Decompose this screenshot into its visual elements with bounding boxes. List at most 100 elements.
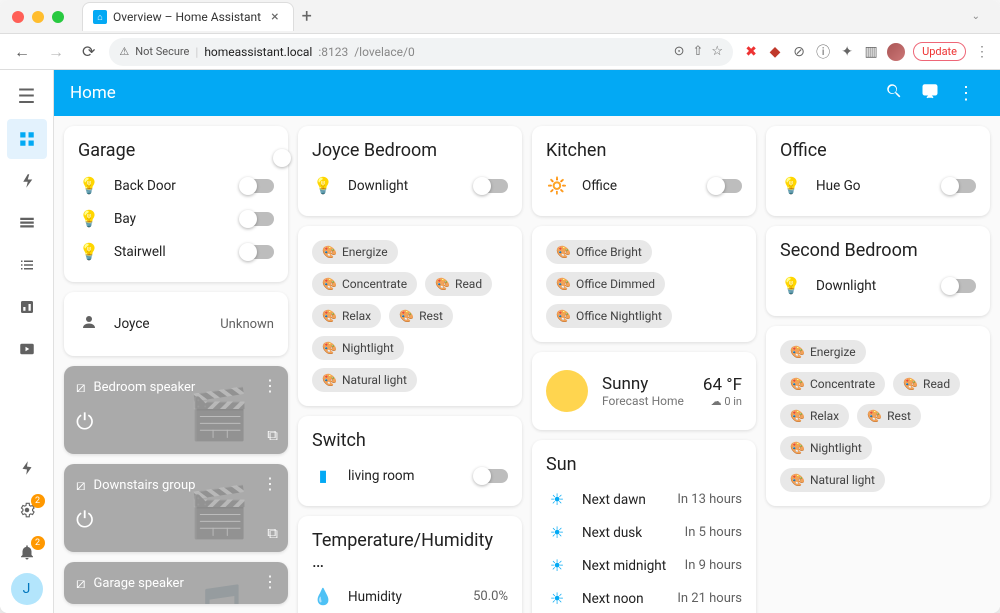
scene-chip[interactable]: 🎨Nightlight xyxy=(780,436,872,460)
bay-toggle[interactable] xyxy=(240,212,274,226)
media-menu-button[interactable]: ⋮ xyxy=(262,376,278,395)
browser-titlebar: ⌂ Overview – Home Assistant × + ⌄ xyxy=(0,0,1000,34)
extension-icon-4[interactable]: ⓘ xyxy=(815,42,831,62)
update-button[interactable]: Update xyxy=(913,42,966,61)
entity-row-next-noon[interactable]: ☀Next noonIn 21 hours xyxy=(546,582,742,613)
forward-button[interactable]: → xyxy=(44,40,68,64)
media-player-bedroom[interactable]: ⧄Bedroom speaker 🎬 ⏻ ⋮ ⧉ xyxy=(64,366,288,454)
entity-row-downlight-jb[interactable]: 💡Downlight xyxy=(312,169,508,202)
extensions-menu-icon[interactable]: ✦ xyxy=(839,44,855,60)
scene-chip[interactable]: 🎨Natural light xyxy=(312,368,417,392)
sb-downlight-toggle[interactable] xyxy=(942,279,976,293)
sun-title: Sun xyxy=(546,454,577,475)
sidebar-item-energy[interactable] xyxy=(7,161,47,201)
entity-row-next-midnight[interactable]: ☀Next midnightIn 9 hours xyxy=(546,549,742,582)
entity-row-living-room-switch[interactable]: ▮living room xyxy=(312,459,508,492)
entity-row-hue-go[interactable]: 💡Hue Go xyxy=(780,169,976,202)
second-bedroom-card: Second Bedroom 💡Downlight xyxy=(766,226,990,316)
share-icon[interactable]: ⇧ xyxy=(693,44,704,59)
media-menu-button[interactable]: ⋮ xyxy=(262,474,278,493)
entity-row-bay[interactable]: 💡Bay xyxy=(78,202,274,235)
scene-chip[interactable]: 🎨Office Nightlight xyxy=(546,304,672,328)
header-menu-button[interactable]: ⋮ xyxy=(948,83,984,104)
scene-chip[interactable]: 🎨Read xyxy=(893,372,960,396)
sidebar-user-avatar[interactable]: J xyxy=(11,573,43,605)
header-assist-button[interactable] xyxy=(912,82,948,105)
window-maximize-button[interactable] xyxy=(52,11,64,23)
entity-row-stairwell[interactable]: 💡Stairwell xyxy=(78,235,274,268)
stairwell-toggle[interactable] xyxy=(240,245,274,259)
entity-row-next-dusk[interactable]: ☀Next duskIn 5 hours xyxy=(546,516,742,549)
media-player-garage[interactable]: ⧄Garage speaker 🎵 ⋮ xyxy=(64,562,288,604)
palette-icon: 🎨 xyxy=(556,309,571,323)
extension-icon-1[interactable]: ✖ xyxy=(743,44,759,60)
new-tab-button[interactable]: + xyxy=(302,6,312,27)
entity-row-next-dawn[interactable]: ☀Next dawnIn 13 hours xyxy=(546,483,742,516)
profile-avatar-icon[interactable] xyxy=(887,43,905,61)
entity-row-back-door[interactable]: 💡Back Door xyxy=(78,169,274,202)
reload-button[interactable]: ⟳ xyxy=(78,40,99,63)
scene-chip[interactable]: 🎨Relax xyxy=(312,304,381,328)
lightbulb-icon: 💡 xyxy=(780,176,802,195)
weather-condition: Sunny xyxy=(602,374,689,394)
address-bar[interactable]: ⚠ Not Secure | homeassistant.local:8123/… xyxy=(109,38,733,66)
sidebar-item-logbook[interactable] xyxy=(7,245,47,285)
scene-chip[interactable]: 🎨Energize xyxy=(312,240,398,264)
sidebar-toggle-button[interactable]: ☰ xyxy=(18,76,36,118)
scene-chip[interactable]: 🎨Rest xyxy=(389,304,453,328)
scene-chip[interactable]: 🎨Rest xyxy=(857,404,921,428)
bookmark-icon[interactable]: ☆ xyxy=(711,44,723,59)
window-close-button[interactable] xyxy=(12,11,24,23)
scene-chip[interactable]: 🎨Office Bright xyxy=(546,240,652,264)
extension-icon-3[interactable]: ⊘ xyxy=(791,44,807,60)
back-door-toggle[interactable] xyxy=(240,179,274,193)
scene-chip[interactable]: 🎨Natural light xyxy=(780,468,885,492)
search-in-page-icon[interactable]: ⊙ xyxy=(674,44,685,59)
hue-go-toggle[interactable] xyxy=(942,179,976,193)
scene-chip[interactable]: 🎨Concentrate xyxy=(312,272,417,296)
cast-off-icon: ⧄ xyxy=(76,378,86,396)
person-card[interactable]: JoyceUnknown xyxy=(64,292,288,356)
kitchen-light-toggle[interactable] xyxy=(708,179,742,193)
living-room-toggle[interactable] xyxy=(474,469,508,483)
app-sidebar: ☰ 2 2 J xyxy=(0,70,54,613)
scene-chip[interactable]: 🎨Office Dimmed xyxy=(546,272,665,296)
sidebar-item-overview[interactable] xyxy=(7,119,47,159)
entity-row-sb-downlight[interactable]: 💡Downlight xyxy=(780,269,976,302)
extension-icon-2[interactable]: ◆ xyxy=(767,44,783,60)
sidebar-item-devtools[interactable] xyxy=(7,448,47,488)
back-button[interactable]: ← xyxy=(10,40,34,64)
browser-menu-icon[interactable]: ⋮ xyxy=(974,44,990,60)
lightbulb-icon: 💡 xyxy=(78,242,100,261)
scene-chip[interactable]: 🎨Energize xyxy=(780,340,866,364)
window-minimize-button[interactable] xyxy=(32,11,44,23)
media-player-downstairs[interactable]: ⧄Downstairs group 🎬 ⏻ ⋮ ⧉ xyxy=(64,464,288,552)
scene-chip[interactable]: 🎨Concentrate xyxy=(780,372,885,396)
entity-row-kitchen-office[interactable]: 🔆Office xyxy=(546,169,742,202)
tabs-dropdown-icon[interactable]: ⌄ xyxy=(964,11,988,22)
sidebar-item-history[interactable] xyxy=(7,287,47,327)
tab-close-button[interactable]: × xyxy=(267,9,282,25)
weather-sun-icon xyxy=(546,370,588,412)
sidebar-item-settings[interactable]: 2 xyxy=(7,490,47,530)
media-menu-button[interactable]: ⋮ xyxy=(262,572,278,591)
jb-downlight-toggle[interactable] xyxy=(474,179,508,193)
scene-chip[interactable]: 🎨Read xyxy=(425,272,492,296)
media-group-icon[interactable]: ⧉ xyxy=(267,524,278,542)
scene-chip[interactable]: 🎨Relax xyxy=(780,404,849,428)
palette-icon: 🎨 xyxy=(435,277,450,291)
media-group-icon[interactable]: ⧉ xyxy=(267,426,278,444)
palette-icon: 🎨 xyxy=(790,473,805,487)
side-panel-icon[interactable]: ▥ xyxy=(863,44,879,60)
browser-tab[interactable]: ⌂ Overview – Home Assistant × xyxy=(82,2,294,31)
sidebar-item-map[interactable] xyxy=(7,203,47,243)
scene-chip[interactable]: 🎨Nightlight xyxy=(312,336,404,360)
palette-icon: 🎨 xyxy=(903,377,918,391)
entity-row-humidity[interactable]: 💧Humidity50.0% xyxy=(312,580,508,613)
weather-card[interactable]: Sunny Forecast Home 64 °F ☁ 0 in xyxy=(532,352,756,430)
header-search-button[interactable] xyxy=(876,82,912,105)
sidebar-item-media[interactable] xyxy=(7,329,47,369)
sidebar-item-notifications[interactable]: 2 xyxy=(7,532,47,572)
url-path: /lovelace/0 xyxy=(354,45,415,59)
security-label: Not Secure xyxy=(135,45,189,58)
